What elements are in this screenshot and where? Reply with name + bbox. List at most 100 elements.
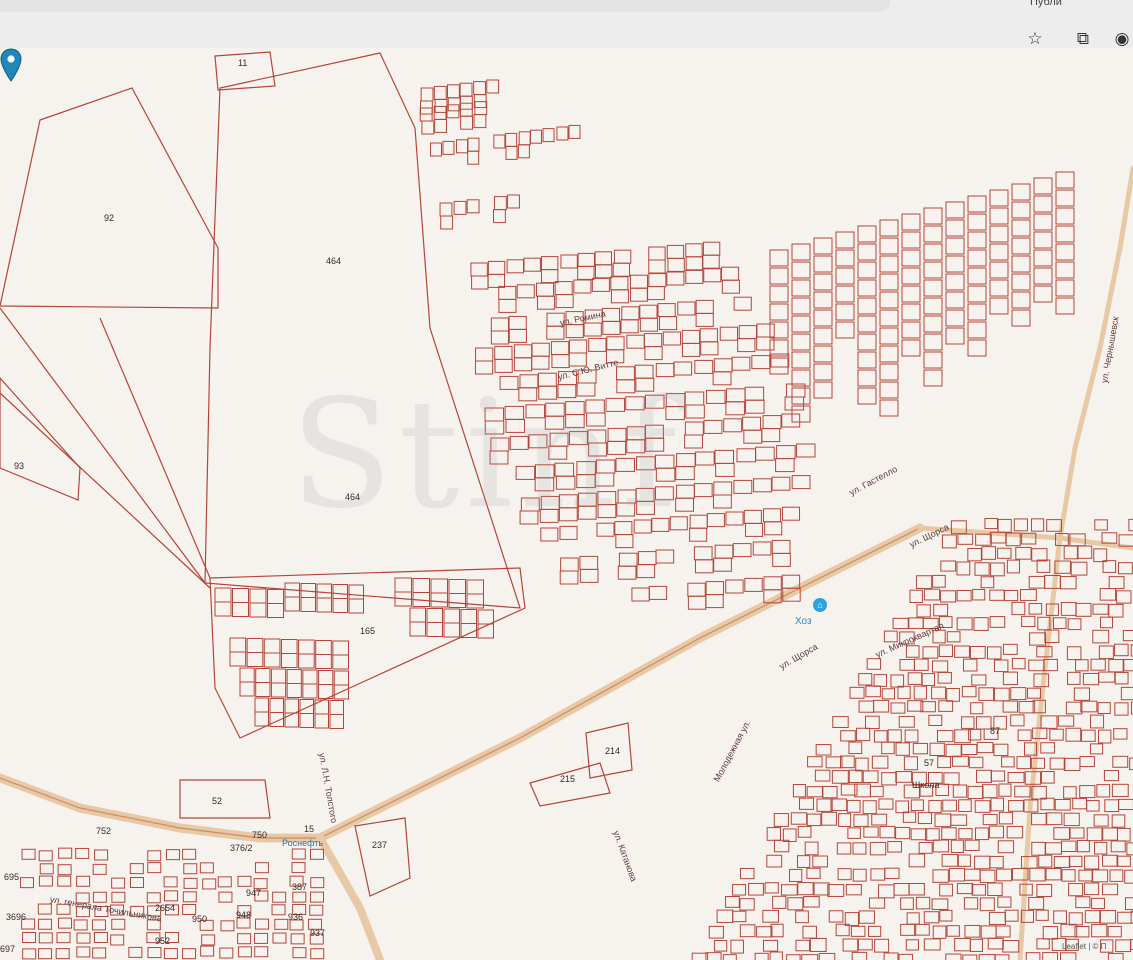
land-lot[interactable]	[748, 882, 764, 896]
land-lot[interactable]	[769, 951, 783, 960]
land-lot[interactable]	[443, 622, 460, 638]
land-lot[interactable]	[332, 640, 350, 656]
land-lot[interactable]	[795, 910, 809, 924]
land-lot[interactable]	[874, 938, 890, 953]
land-lot[interactable]	[964, 924, 981, 938]
land-lot[interactable]	[923, 225, 943, 243]
land-lot[interactable]	[1073, 687, 1090, 701]
poi-label[interactable]: Хоз	[795, 616, 812, 627]
land-lot[interactable]	[540, 269, 559, 284]
land-lot[interactable]	[658, 316, 678, 331]
land-lot[interactable]	[797, 825, 812, 838]
land-lot[interactable]	[813, 237, 833, 255]
land-lot[interactable]	[879, 381, 899, 399]
land-lot[interactable]	[202, 878, 217, 890]
land-lot[interactable]	[111, 877, 126, 889]
land-lot[interactable]	[797, 882, 814, 896]
tab-label[interactable]: Публи	[1030, 0, 1062, 8]
land-lot[interactable]	[315, 640, 332, 655]
land-lot[interactable]	[1031, 812, 1048, 826]
land-lot[interactable]	[348, 598, 364, 614]
land-lot[interactable]	[1068, 912, 1083, 926]
land-lot[interactable]	[1102, 827, 1119, 841]
land-lot[interactable]	[286, 669, 302, 684]
land-lot[interactable]	[766, 827, 781, 841]
land-lot[interactable]	[200, 945, 215, 957]
land-lot[interactable]	[183, 863, 198, 875]
land-lot[interactable]	[691, 952, 709, 960]
land-lot[interactable]	[1053, 910, 1068, 924]
land-lot[interactable]	[940, 590, 957, 603]
land-lot[interactable]	[857, 351, 877, 369]
land-lot[interactable]	[954, 938, 971, 952]
land-lot[interactable]	[1011, 183, 1031, 201]
land-lot[interactable]	[394, 577, 412, 593]
land-lot[interactable]	[1049, 728, 1064, 741]
land-lot[interactable]	[975, 827, 989, 841]
land-lot[interactable]	[862, 800, 877, 815]
land-lot[interactable]	[725, 401, 745, 416]
land-lot[interactable]	[791, 315, 811, 333]
land-lot[interactable]	[766, 854, 783, 868]
land-lot[interactable]	[329, 714, 344, 729]
land-lot[interactable]	[925, 828, 940, 841]
land-lot[interactable]	[1124, 869, 1133, 884]
land-lot[interactable]	[732, 910, 747, 923]
land-lot[interactable]	[1102, 883, 1119, 896]
land-lot[interactable]	[1126, 842, 1133, 856]
land-lot[interactable]	[1111, 814, 1126, 828]
land-lot[interactable]	[1080, 700, 1098, 713]
land-lot[interactable]	[38, 948, 53, 960]
land-lot[interactable]	[508, 315, 527, 330]
land-lot[interactable]	[962, 658, 978, 672]
land-lot[interactable]	[1066, 646, 1082, 661]
land-lot[interactable]	[796, 443, 816, 458]
land-lot[interactable]	[945, 255, 965, 273]
land-lot[interactable]	[1011, 273, 1031, 291]
land-lot[interactable]	[901, 339, 921, 357]
land-lot[interactable]	[1060, 840, 1077, 853]
land-lot[interactable]	[840, 730, 856, 742]
land-lot[interactable]	[685, 404, 705, 419]
land-lot[interactable]	[555, 294, 574, 309]
land-lot[interactable]	[1114, 702, 1129, 716]
parcel-label[interactable]: 937	[310, 928, 325, 938]
land-lot[interactable]	[1114, 643, 1129, 657]
land-lot[interactable]	[1011, 601, 1026, 616]
land-lot[interactable]	[849, 686, 865, 699]
land-lot[interactable]	[731, 356, 751, 371]
land-lot[interactable]	[941, 854, 959, 867]
land-lot[interactable]	[1099, 910, 1117, 924]
land-lot[interactable]	[267, 603, 284, 618]
land-lot[interactable]	[73, 919, 88, 931]
land-lot[interactable]	[842, 938, 859, 952]
land-lot[interactable]	[239, 681, 255, 697]
land-lot[interactable]	[825, 756, 843, 769]
land-lot[interactable]	[989, 279, 1009, 297]
land-lot[interactable]	[1116, 590, 1132, 604]
land-lot[interactable]	[781, 413, 801, 428]
land-lot[interactable]	[165, 849, 180, 861]
land-lot[interactable]	[1090, 714, 1105, 729]
land-lot[interactable]	[617, 565, 637, 580]
land-lot[interactable]	[537, 295, 556, 310]
land-lot[interactable]	[1075, 602, 1092, 617]
land-lot[interactable]	[870, 868, 886, 881]
land-lot[interactable]	[1096, 784, 1111, 798]
land-lot[interactable]	[1004, 590, 1019, 602]
land-lot[interactable]	[460, 609, 477, 624]
land-lot[interactable]	[806, 867, 821, 879]
land-lot[interactable]	[76, 946, 91, 958]
parcel-label[interactable]: 57	[924, 758, 934, 768]
land-lot[interactable]	[732, 543, 752, 558]
land-lot[interactable]	[164, 890, 179, 902]
land-lot[interactable]	[1084, 910, 1101, 924]
land-lot[interactable]	[473, 114, 487, 129]
land-lot[interactable]	[786, 954, 801, 960]
land-lot[interactable]	[1092, 629, 1110, 644]
land-lot[interactable]	[1065, 701, 1083, 715]
land-lot[interactable]	[1108, 576, 1125, 590]
land-lot[interactable]	[220, 920, 235, 932]
land-lot[interactable]	[239, 667, 255, 683]
land-lot[interactable]	[881, 741, 895, 755]
